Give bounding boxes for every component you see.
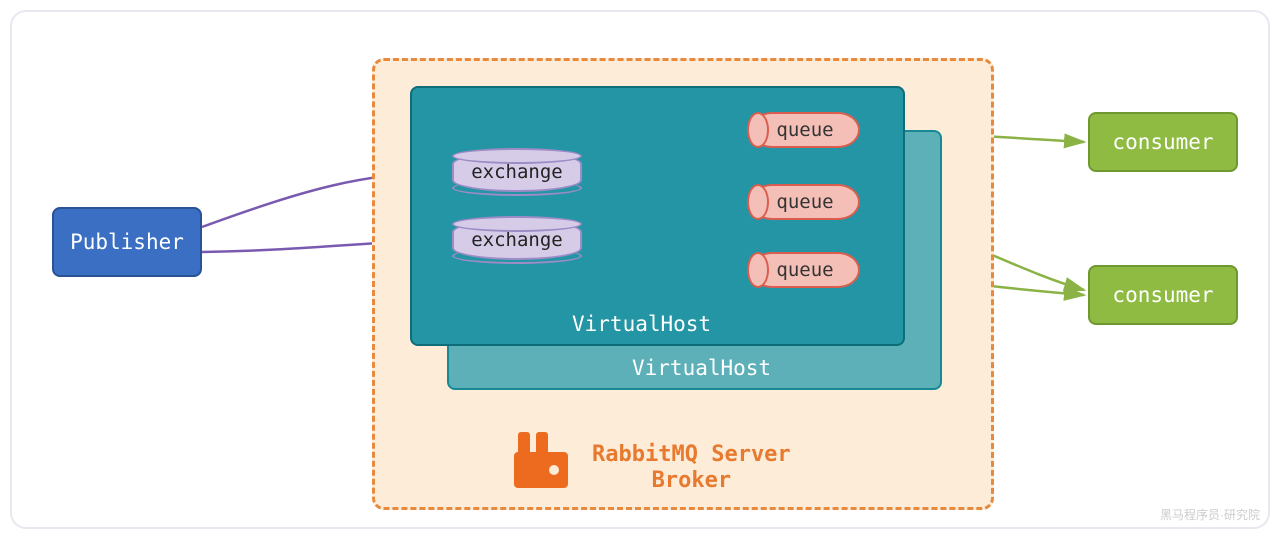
publisher-label: Publisher: [70, 230, 184, 254]
consumer-node: consumer: [1088, 112, 1238, 172]
rabbitmq-icon: [512, 430, 572, 490]
broker-title: RabbitMQ Server Broker: [592, 442, 791, 495]
broker-title-line1: RabbitMQ Server: [592, 442, 791, 468]
virtualhost-label: VirtualHost: [632, 356, 771, 380]
queue-node: queue: [750, 112, 860, 148]
diagram-canvas: Publisher VirtualHost VirtualHost exchan…: [10, 10, 1270, 529]
consumer-label: consumer: [1112, 130, 1213, 154]
exchange-node: exchange: [452, 220, 582, 260]
virtualhost-label: VirtualHost: [572, 312, 711, 336]
queue-label: queue: [776, 191, 833, 213]
consumer-node: consumer: [1088, 265, 1238, 325]
queue-label: queue: [776, 259, 833, 281]
queue-node: queue: [750, 252, 860, 288]
watermark-text: 黑马程序员·研究院: [1160, 506, 1260, 523]
exchange-node: exchange: [452, 152, 582, 192]
consumer-label: consumer: [1112, 283, 1213, 307]
publisher-node: Publisher: [52, 207, 202, 277]
exchange-label: exchange: [471, 161, 563, 183]
queue-node: queue: [750, 184, 860, 220]
broker-title-line2: Broker: [592, 468, 791, 494]
queue-label: queue: [776, 119, 833, 141]
exchange-label: exchange: [471, 229, 563, 251]
